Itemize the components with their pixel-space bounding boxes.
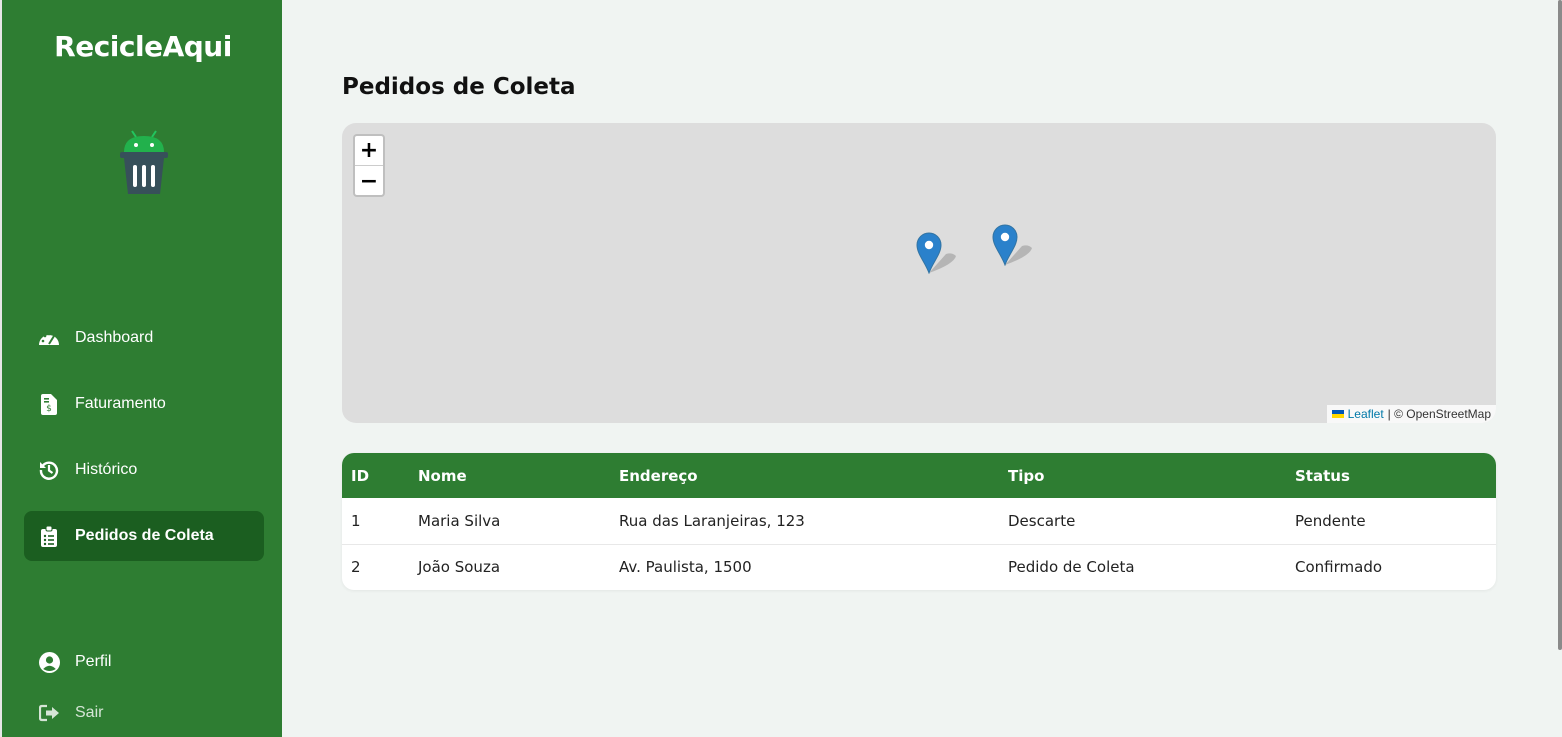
- map-marker-icon[interactable]: [992, 224, 1038, 266]
- sidebar-item-faturamento[interactable]: $ Faturamento: [24, 379, 264, 429]
- cell-tipo: Descarte: [1008, 511, 1076, 530]
- map-attribution: Leaflet | © OpenStreetMap: [1326, 405, 1496, 423]
- history-icon: [38, 459, 60, 481]
- cell-endereco: Av. Paulista, 1500: [610, 543, 999, 590]
- app-logo-text: RecicleAqui: [54, 30, 232, 63]
- sidebar-item-label: Perfil: [75, 653, 112, 670]
- leaflet-link[interactable]: Leaflet: [1348, 407, 1384, 421]
- zoom-in-button[interactable]: +: [355, 136, 383, 166]
- page-scrollbar[interactable]: [1558, 0, 1562, 650]
- table-row[interactable]: 2 João Souza Av. Paulista, 1500 Pedido d…: [342, 543, 1496, 590]
- invoice-dollar-icon: $: [38, 393, 60, 415]
- sidebar-item-label: Faturamento: [75, 395, 166, 412]
- collection-requests-table: ID Nome Endereço Tipo Status 1 Maria Sil…: [342, 453, 1496, 590]
- cell-id: 1: [351, 511, 361, 530]
- zoom-control: + −: [353, 134, 385, 197]
- cell-endereco: Rua das Laranjeiras, 123: [619, 511, 805, 530]
- column-header-id: ID: [351, 466, 370, 485]
- cell-tipo: Pedido de Coleta: [999, 543, 1286, 590]
- cell-status: Pendente: [1295, 511, 1366, 530]
- sidebar-item-sair[interactable]: Sair: [24, 688, 264, 737]
- sidebar-item-label: Sair: [75, 704, 104, 721]
- sidebar-item-label: Histórico: [75, 461, 138, 478]
- clipboard-list-icon: [38, 525, 60, 547]
- cell-status: Confirmado: [1286, 543, 1496, 590]
- dashboard-gauge-icon: [38, 327, 60, 349]
- sidebar-item-historico[interactable]: Histórico: [24, 445, 264, 495]
- table-header-row: ID Nome Endereço Tipo Status: [342, 453, 1496, 498]
- sidebar-item-label: Pedidos de Coleta: [75, 527, 214, 544]
- sidebar-item-dashboard[interactable]: Dashboard: [24, 313, 264, 363]
- page-title: Pedidos de Coleta: [342, 74, 576, 100]
- column-header-endereco: Endereço: [619, 466, 698, 485]
- sidebar-item-pedidos-de-coleta[interactable]: Pedidos de Coleta: [24, 511, 264, 561]
- column-header-nome: Nome: [418, 466, 467, 485]
- sidebar: RecicleAqui Dashboard $ Faturamento Hist…: [0, 0, 282, 737]
- recycle-bin-robot-icon: [120, 130, 168, 194]
- table-row[interactable]: 1 Maria Silva Rua das Laranjeiras, 123 D…: [342, 498, 1496, 544]
- sidebar-item-label: Dashboard: [75, 329, 154, 346]
- ukraine-flag-icon: [1331, 410, 1344, 418]
- cell-nome: Maria Silva: [418, 511, 501, 530]
- svg-text:$: $: [46, 404, 52, 414]
- map-marker-icon[interactable]: [916, 232, 962, 274]
- map[interactable]: + − Leaflet | © OpenStreetMap: [342, 123, 1496, 423]
- sign-out-icon: [38, 702, 60, 724]
- osm-attribution: | © OpenStreetMap: [1387, 407, 1491, 421]
- user-circle-icon: [38, 651, 60, 673]
- zoom-out-button[interactable]: −: [355, 166, 383, 195]
- cell-nome: João Souza: [409, 543, 610, 590]
- column-header-status: Status: [1295, 466, 1350, 485]
- cell-id: 2: [342, 543, 409, 590]
- sidebar-item-perfil[interactable]: Perfil: [24, 637, 264, 687]
- column-header-tipo: Tipo: [1008, 466, 1045, 485]
